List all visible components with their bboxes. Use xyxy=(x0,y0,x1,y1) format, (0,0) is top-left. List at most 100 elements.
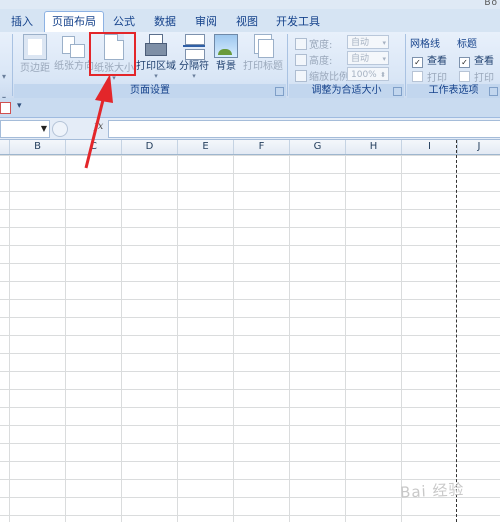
height-value: 自动 xyxy=(351,54,370,64)
width-label: 宽度: xyxy=(309,40,333,51)
chevron-down-icon: ▾ xyxy=(154,72,158,80)
formula-input[interactable] xyxy=(108,120,500,138)
ribbon: ▾ ▾ 页边距 纸张方向 纸张大小 ▾ 打印区域 ▾ 分隔符 xyxy=(0,32,500,103)
width-row: 宽度: xyxy=(295,36,332,51)
unchecked-box-icon xyxy=(412,71,423,82)
height-select[interactable]: 自动 ▾ xyxy=(347,51,389,65)
app-icon[interactable] xyxy=(0,102,11,114)
column-header[interactable]: B xyxy=(10,140,66,154)
orientation-icon xyxy=(62,34,85,58)
gridlines-heading: 网格线 xyxy=(410,39,440,50)
print-titles-button[interactable]: 打印标题 xyxy=(242,34,284,73)
column-header-row: B C D E F G H I J xyxy=(0,140,500,155)
page-setup-group: 页边距 纸张方向 纸张大小 ▾ 打印区域 ▾ 分隔符 ▾ 背景 打印标题 页面设… xyxy=(14,32,286,98)
column-header[interactable]: J xyxy=(458,140,500,154)
select-all-corner[interactable] xyxy=(0,140,10,154)
grid-line xyxy=(401,155,402,522)
tab-page-layout[interactable]: 页面布局 xyxy=(44,11,104,33)
column-header[interactable]: G xyxy=(290,140,346,154)
orientation-label: 纸张方向 xyxy=(54,61,94,72)
height-row: 高度: xyxy=(295,52,332,67)
height-icon xyxy=(295,54,307,66)
page-break-line xyxy=(456,140,457,522)
headings-print-checkbox[interactable]: 打印 xyxy=(459,69,494,84)
scale-to-fit-group: 宽度: 自动 ▾ 高度: 自动 ▾ 缩放比例: 100% ⬍ 调整为合适大小 xyxy=(289,32,404,98)
print-titles-icon xyxy=(252,34,274,58)
grid-line xyxy=(345,155,346,522)
scale-icon xyxy=(295,70,307,82)
group-separator xyxy=(12,34,13,96)
width-icon xyxy=(295,38,307,50)
spinner-icon: ⬍ xyxy=(380,71,386,79)
chevron-down-icon: ▾ xyxy=(192,72,196,80)
title-bar: Bo xyxy=(0,0,500,9)
cell-grid[interactable] xyxy=(0,155,500,522)
scale-dialog-launcher-icon[interactable] xyxy=(393,87,402,96)
window-title: Bo xyxy=(484,0,498,8)
grid-line xyxy=(9,155,10,522)
column-header[interactable]: F xyxy=(234,140,290,154)
width-select[interactable]: 自动 ▾ xyxy=(347,35,389,49)
checkmark-icon: ✓ xyxy=(459,57,470,68)
tab-insert[interactable]: 插入 xyxy=(5,12,39,32)
breaks-button[interactable]: 分隔符 ▾ xyxy=(177,34,211,80)
chevron-down-icon: ▾ xyxy=(382,39,386,47)
grid-line xyxy=(121,155,122,522)
tab-data[interactable]: 数据 xyxy=(149,12,181,32)
grid-line xyxy=(289,155,290,522)
margins-label: 页边距 xyxy=(20,63,50,74)
size-button-highlight xyxy=(89,32,136,76)
tab-review[interactable]: 审阅 xyxy=(190,12,222,32)
print-area-button[interactable]: 打印区域 ▾ xyxy=(136,34,176,80)
column-header[interactable]: E xyxy=(178,140,234,154)
width-value: 自动 xyxy=(351,38,370,48)
unchecked-box-icon xyxy=(459,71,470,82)
column-header[interactable]: C xyxy=(66,140,122,154)
tab-view[interactable]: 视图 xyxy=(231,12,263,32)
grid-line xyxy=(65,155,66,522)
tab-formulas[interactable]: 公式 xyxy=(108,12,140,32)
gridlines-view-checkbox[interactable]: ✓ 查看 xyxy=(412,52,447,68)
page-setup-dialog-launcher-icon[interactable] xyxy=(275,87,284,96)
name-box[interactable]: ▼ xyxy=(0,120,50,138)
customize-toolbar-icon[interactable]: ▾ xyxy=(17,101,22,111)
grid-line xyxy=(233,155,234,522)
scale-label: 缩放比例: xyxy=(309,72,353,83)
headings-print-label: 打印 xyxy=(474,73,494,84)
headings-view-label: 查看 xyxy=(474,56,494,67)
margins-button[interactable]: 页边距 xyxy=(20,34,50,75)
background-button[interactable]: 背景 xyxy=(213,34,239,73)
page-break-icon xyxy=(183,34,205,60)
sheet-options-dialog-launcher-icon[interactable] xyxy=(489,87,498,96)
gridlines-print-checkbox[interactable]: 打印 xyxy=(412,69,447,84)
print-titles-label: 打印标题 xyxy=(243,61,283,72)
group-separator xyxy=(405,34,406,96)
quick-access-toolbar: ▾ xyxy=(0,98,500,118)
gridlines-view-label: 查看 xyxy=(427,56,447,67)
fx-icon[interactable]: fx xyxy=(94,121,103,132)
column-header[interactable]: D xyxy=(122,140,178,154)
tab-developer[interactable]: 开发工具 xyxy=(274,12,322,32)
chevron-down-icon: ▾ xyxy=(112,74,116,82)
orientation-button[interactable]: 纸张方向 xyxy=(54,34,94,73)
headings-heading: 标题 xyxy=(457,39,477,50)
headings-view-checkbox[interactable]: ✓ 查看 xyxy=(459,52,494,68)
scale-spinner[interactable]: 100% ⬍ xyxy=(347,67,389,81)
column-header[interactable]: H xyxy=(346,140,402,154)
formula-expand-icon[interactable] xyxy=(52,121,68,137)
ribbon-tab-bar: 插入 页面布局 公式 数据 审阅 视图 开发工具 xyxy=(0,9,500,33)
printer-icon xyxy=(145,34,167,58)
checkmark-icon: ✓ xyxy=(412,57,423,68)
column-header[interactable]: I xyxy=(402,140,458,154)
height-label: 高度: xyxy=(309,56,333,67)
page-setup-group-label: 页面设置 xyxy=(14,84,286,98)
grid-line xyxy=(177,155,178,522)
background-image-icon xyxy=(214,34,238,58)
scale-row: 缩放比例: xyxy=(295,68,352,83)
scale-to-fit-group-label: 调整为合适大小 xyxy=(289,84,404,98)
gridlines-print-label: 打印 xyxy=(427,73,447,84)
scale-value: 100% xyxy=(351,70,377,80)
sheet-options-group-label: 工作表选项 xyxy=(407,84,500,98)
watermark-logo: Bai 经验 xyxy=(399,480,465,502)
group-separator xyxy=(287,34,288,96)
